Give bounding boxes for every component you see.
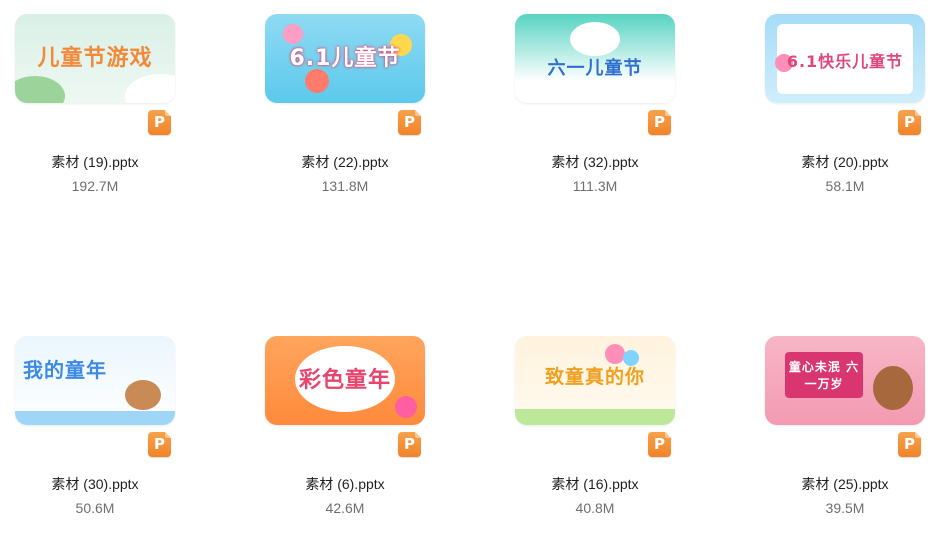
file-size: 50.6M [75,500,115,516]
file-tile[interactable]: 儿童节游戏 P 素材 (19).pptx 192.7M [0,14,195,214]
pptx-file-icon: P [648,110,671,135]
file-tile[interactable]: 我的童年 P 素材 (30).pptx 50.6M [0,336,195,536]
thumbnail-title: 我的童年 [23,358,107,382]
file-thumbnail[interactable]: 6.1儿童节 [265,14,425,103]
file-name[interactable]: 素材 (25).pptx [725,474,946,494]
file-size: 42.6M [325,500,365,516]
pptx-file-icon: P [898,432,921,457]
file-size: 39.5M [825,500,865,516]
pptx-file-icon: P [648,432,671,457]
pptx-file-icon: P [148,432,171,457]
thumbnail-title: 彩色童年 [298,368,391,393]
file-name[interactable]: 素材 (32).pptx [475,152,715,172]
file-tile[interactable]: 彩色童年 P 素材 (6).pptx 42.6M [225,336,445,536]
file-thumbnail[interactable]: 彩色童年 [265,336,425,425]
file-name[interactable]: 素材 (6).pptx [225,474,465,494]
file-tile[interactable]: 致童真的你 P 素材 (16).pptx 40.8M [475,336,695,536]
pptx-file-icon: P [398,432,421,457]
file-tile[interactable]: 6.1快乐儿童节 P 素材 (20).pptx 58.1M [725,14,945,214]
file-tile[interactable]: 6.1儿童节 P 素材 (22).pptx 131.8M [225,14,445,214]
file-name[interactable]: 素材 (20).pptx [725,152,946,172]
thumbnail-title: 致童真的你 [544,366,645,388]
thumbnail-title: 儿童节游戏 [37,46,153,71]
file-name[interactable]: 素材 (22).pptx [225,152,465,172]
pptx-file-icon: P [898,110,921,135]
file-thumbnail[interactable]: 我的童年 [15,336,175,425]
file-size: 192.7M [71,178,119,194]
thumbnail-title: 童心未泯 六一万岁 [788,360,860,391]
file-size: 40.8M [575,500,615,516]
thumbnail-title: 6.1儿童节 [289,46,401,71]
file-size: 58.1M [825,178,865,194]
file-thumbnail[interactable]: 致童真的你 [515,336,675,425]
file-grid: 儿童节游戏 P 素材 (19).pptx 192.7M 6.1儿童节 P 素材 … [0,0,946,537]
file-tile[interactable]: 童心未泯 六一万岁 P 素材 (25).pptx 39.5M [725,336,945,536]
file-size: 111.3M [572,178,618,194]
file-thumbnail[interactable]: 儿童节游戏 [15,14,175,103]
file-name[interactable]: 素材 (16).pptx [475,474,715,494]
file-thumbnail[interactable]: 6.1快乐儿童节 [765,14,925,103]
thumbnail-title: 6.1快乐儿童节 [786,52,904,71]
file-size: 131.8M [321,178,369,194]
file-name[interactable]: 素材 (19).pptx [0,152,215,172]
pptx-file-icon: P [148,110,171,135]
pptx-file-icon: P [398,110,421,135]
file-thumbnail[interactable]: 六一儿童节 [515,14,675,103]
file-name[interactable]: 素材 (30).pptx [0,474,215,494]
thumbnail-title: 六一儿童节 [547,58,643,79]
file-tile[interactable]: 六一儿童节 P 素材 (32).pptx 111.3M [475,14,695,214]
file-thumbnail[interactable]: 童心未泯 六一万岁 [765,336,925,425]
